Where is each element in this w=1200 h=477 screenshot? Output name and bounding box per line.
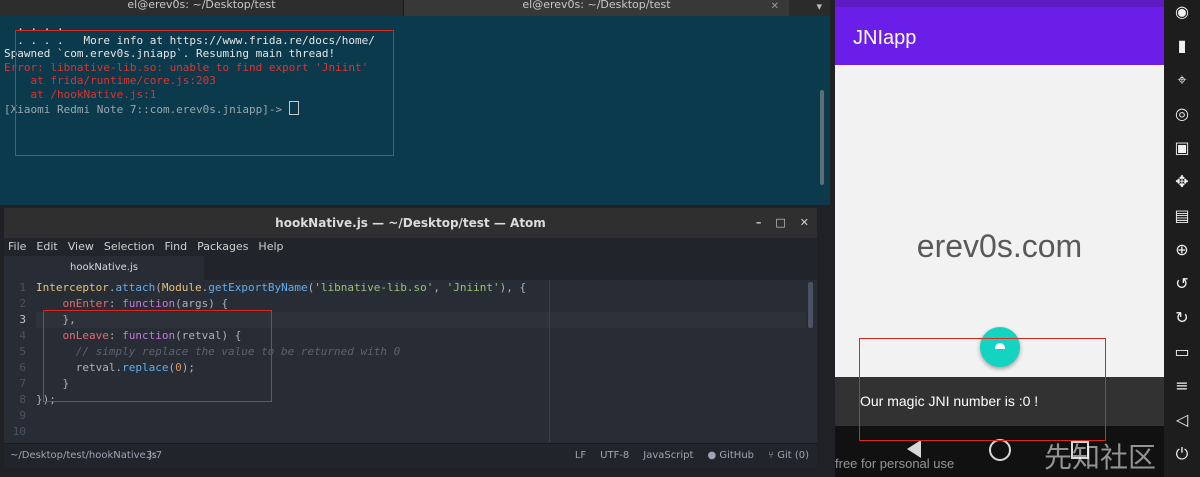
emulator-toolbar: ◉ ▮ ⌖ ◎ ▣ ✥ ▤ ⊕ ↺ ↻ ▭ ≡ ◁ ⏻ — [1164, 0, 1200, 477]
center-text: erev0s.com — [916, 228, 1083, 264]
code-token: getExportByName — [208, 281, 308, 294]
code-line: Interceptor.attach(Module.getExportByNam… — [36, 280, 806, 296]
highlight-box-terminal — [15, 30, 394, 156]
atom-title: hookNative.js — ~/Desktop/test — Atom — [275, 216, 546, 230]
line-number: 7 — [19, 377, 26, 390]
code-token: (args) { — [175, 297, 229, 310]
close-tab-icon[interactable]: ✕ — [771, 2, 779, 12]
menu-item-packages[interactable]: Packages — [197, 238, 248, 256]
camera-icon[interactable]: ◉ — [1172, 2, 1192, 22]
line-number: 1 — [19, 281, 26, 294]
menu-item-edit[interactable]: Edit — [36, 238, 57, 256]
line-number: 4 — [19, 329, 26, 342]
minimize-icon[interactable]: – — [756, 208, 762, 238]
atom-window[interactable]: hookNative.js — ~/Desktop/test — Atom – … — [4, 208, 817, 468]
status-git-label: Git (0) — [777, 450, 809, 461]
code-token: 'libnative-lib.so' — [314, 281, 434, 294]
code-token: , — [433, 281, 447, 294]
code-token: onEnter — [62, 297, 109, 310]
terminal-tab-left-label: el@erev0s: ~/Desktop/test — [127, 0, 276, 11]
editor-tab-hooknative[interactable]: hookNative.js — [4, 256, 204, 280]
terminal-tab-right[interactable]: el@erev0s: ~/Desktop/test ✕ — [404, 0, 789, 16]
terminal-tabbar: el@erev0s: ~/Desktop/test el@erev0s: ~/D… — [0, 0, 830, 16]
menu-item-find[interactable]: Find — [165, 238, 188, 256]
status-file-path[interactable]: ~/Desktop/test/hookNative.js — [10, 444, 157, 468]
close-icon[interactable]: ✕ — [800, 208, 809, 238]
code-token: attach — [115, 281, 156, 294]
highlight-box-phone — [859, 338, 1106, 441]
terminal-menu-icon[interactable]: ▾ — [816, 0, 822, 13]
code-token: ( — [155, 281, 162, 294]
app-toolbar: JNIapp — [835, 7, 1164, 65]
status-line-ending[interactable]: LF — [575, 444, 586, 468]
git-branch-icon: ⑂ — [768, 450, 775, 461]
atom-statusbar: ~/Desktop/test/hookNative.js 3:7 LF UTF-… — [4, 443, 817, 468]
back-icon[interactable]: ◁ — [1172, 410, 1192, 430]
line-number-gutter: 1 2 3 4 5 6 7 8 9 10 — [4, 280, 26, 440]
code-token: : — [108, 297, 123, 310]
rotate-right-icon[interactable]: ↻ — [1172, 308, 1192, 328]
menu-icon[interactable]: ≡ — [1172, 376, 1192, 396]
maximize-icon[interactable]: □ — [775, 208, 785, 238]
line-number: 10 — [12, 425, 26, 438]
line-number: 2 — [19, 297, 26, 310]
watermark-logo-text: 先知社区 — [1043, 441, 1156, 474]
plus-circle-icon[interactable]: ⊕ — [1172, 240, 1192, 260]
power-icon[interactable]: ⏻ — [1172, 444, 1192, 464]
terminal-scrollbar[interactable] — [820, 90, 824, 185]
menu-item-help[interactable]: Help — [258, 238, 283, 256]
menu-item-view[interactable]: View — [68, 238, 94, 256]
app-title: JNIapp — [853, 27, 917, 49]
battery-icon[interactable]: ▮ — [1172, 36, 1192, 56]
gps-icon[interactable]: ⌖ — [1172, 70, 1192, 90]
code-token: ), { — [499, 281, 527, 294]
terminal-tab-right-label: el@erev0s: ~/Desktop/test — [522, 0, 671, 11]
line-number: 6 — [19, 361, 26, 374]
android-status-bar — [835, 0, 1164, 7]
highlight-box-code — [43, 310, 272, 402]
atom-menubar: File Edit View Selection Find Packages Help — [4, 238, 817, 256]
nav-home-icon[interactable] — [989, 439, 1011, 461]
rotate-left-icon[interactable]: ↺ — [1172, 274, 1192, 294]
status-grammar[interactable]: JavaScript — [643, 444, 693, 468]
status-github[interactable]: ● GitHub — [707, 444, 754, 468]
code-token: 'Jniint' — [446, 281, 500, 294]
line-number: 5 — [19, 345, 26, 358]
terminal-tab-left[interactable]: el@erev0s: ~/Desktop/test — [0, 0, 404, 16]
watermark-text: free for personal use — [835, 456, 955, 471]
move-icon[interactable]: ✥ — [1172, 172, 1192, 192]
id-icon[interactable]: ▤ — [1172, 206, 1192, 226]
clapper-icon[interactable]: ▣ — [1172, 138, 1192, 158]
tablet-icon[interactable]: ▭ — [1172, 342, 1192, 362]
editor-tab-label: hookNative.js — [70, 262, 138, 273]
status-git[interactable]: ⑂ Git (0) — [768, 444, 809, 468]
atom-titlebar: hookNative.js — ~/Desktop/test — Atom – … — [4, 208, 817, 238]
line-number: 9 — [19, 409, 26, 422]
status-encoding[interactable]: UTF-8 — [600, 444, 629, 468]
atom-tabbar: hookNative.js — [4, 256, 817, 280]
wrap-guide — [549, 280, 550, 442]
menu-item-file[interactable]: File — [8, 238, 26, 256]
line-number: 8 — [19, 393, 26, 406]
github-icon: ● — [707, 450, 717, 461]
code-token: Interceptor — [36, 281, 109, 294]
line-number: 3 — [19, 313, 26, 326]
status-cursor-position[interactable]: 3:7 — [146, 444, 162, 468]
status-github-label: GitHub — [719, 450, 755, 461]
webcam-icon[interactable]: ◎ — [1172, 104, 1192, 124]
editor-scrollbar[interactable] — [808, 282, 813, 328]
terminal-window[interactable]: el@erev0s: ~/Desktop/test el@erev0s: ~/D… — [0, 0, 830, 205]
menu-item-selection[interactable]: Selection — [104, 238, 155, 256]
code-token: Module — [161, 281, 202, 294]
android-emulator-screen[interactable]: JNIapp erev0s.com Our magic JNI number i… — [835, 0, 1164, 477]
code-token: function — [122, 297, 176, 310]
